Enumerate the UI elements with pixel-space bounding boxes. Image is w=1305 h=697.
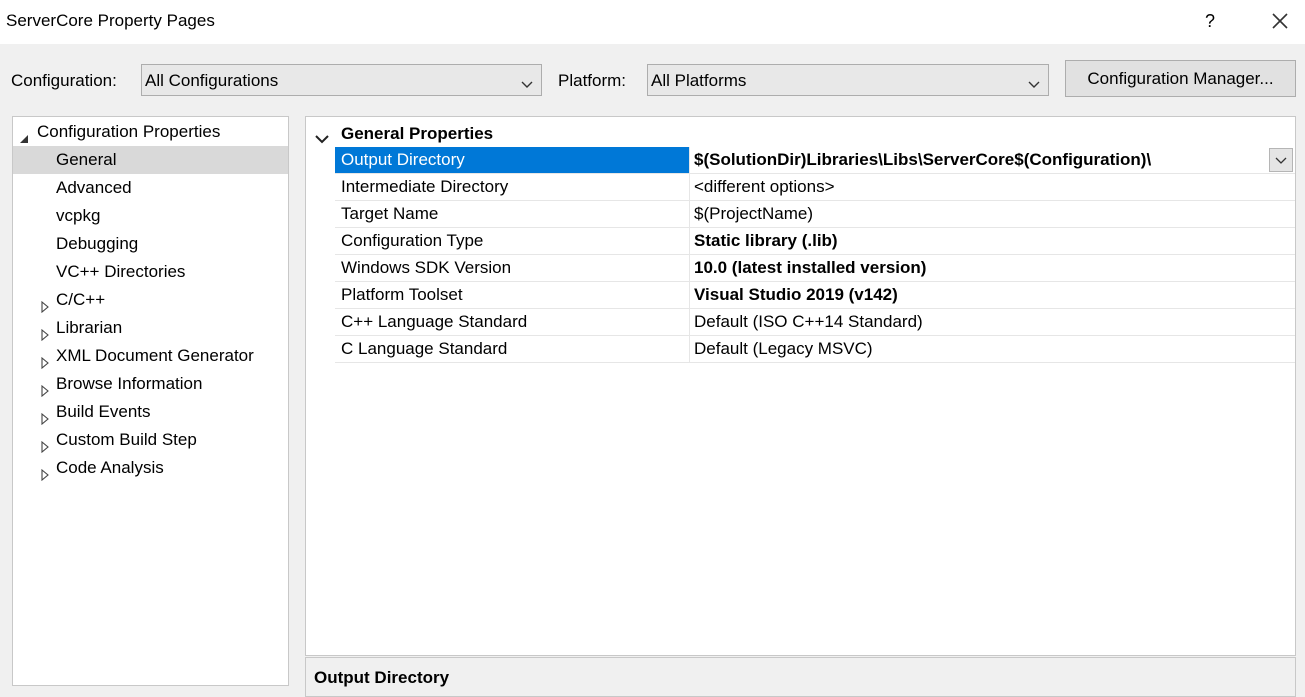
description-title: Output Directory — [314, 668, 450, 687]
tree-item-librarian[interactable]: Librarian — [13, 314, 288, 342]
property-name: Output Directory — [335, 147, 689, 173]
property-row-c-language-standard[interactable]: C Language Standard Default (Legacy MSVC… — [335, 336, 1295, 363]
property-value[interactable]: $(SolutionDir)Libraries\Libs\ServerCore$… — [689, 147, 1295, 173]
property-value[interactable]: <different options> — [689, 174, 1295, 200]
property-name: Configuration Type — [341, 231, 484, 250]
tree-item-vcpkg[interactable]: vcpkg — [13, 202, 288, 230]
collapsed-triangle-icon[interactable] — [40, 378, 50, 398]
tree-item-label: Librarian — [56, 318, 123, 337]
collapsed-triangle-icon[interactable] — [40, 322, 50, 342]
collapsed-triangle-icon[interactable] — [40, 434, 50, 454]
tree-item-c-cpp[interactable]: C/C++ — [13, 286, 288, 314]
property-value[interactable]: $(ProjectName) — [689, 201, 1295, 227]
tree-item-debugging[interactable]: Debugging — [13, 230, 288, 258]
property-name: Target Name — [341, 204, 439, 223]
tree-item-label: C/C++ — [56, 290, 106, 309]
property-value[interactable]: Default (ISO C++14 Standard) — [689, 309, 1295, 335]
tree-item-build-events[interactable]: Build Events — [13, 398, 288, 426]
tree-item-label: Browse Information — [56, 374, 203, 393]
configuration-label: Configuration: — [11, 71, 117, 90]
property-row-output-directory[interactable]: Output Directory $(SolutionDir)Libraries… — [335, 147, 1295, 174]
tree-item-label: vcpkg — [56, 206, 101, 225]
tree-item-general[interactable]: General — [13, 146, 288, 174]
platform-value: All Platforms — [651, 71, 747, 90]
tree-item-label: Custom Build Step — [56, 430, 197, 449]
close-icon[interactable] — [1267, 8, 1293, 34]
tree-item-browse-information[interactable]: Browse Information — [13, 370, 288, 398]
property-name: C Language Standard — [341, 339, 508, 358]
chevron-down-icon — [1028, 75, 1040, 88]
property-name: Intermediate Directory — [341, 177, 509, 196]
configuration-value: All Configurations — [145, 71, 279, 90]
tree-item-xml-document-generator[interactable]: XML Document Generator — [13, 342, 288, 370]
tree-item-label: VC++ Directories — [56, 262, 186, 281]
title-bar: ServerCore Property Pages ? — [0, 0, 1305, 44]
tree-item-label: Debugging — [56, 234, 139, 253]
property-name: Platform Toolset — [341, 285, 463, 304]
tree-item-label: Code Analysis — [56, 458, 164, 477]
platform-label: Platform: — [558, 71, 627, 90]
property-row-configuration-type[interactable]: Configuration Type Static library (.lib) — [335, 228, 1295, 255]
tree-item-label: General — [56, 150, 117, 169]
tree-item-custom-build-step[interactable]: Custom Build Step — [13, 426, 288, 454]
configuration-dropdown[interactable]: All Configurations — [141, 64, 542, 96]
tree-item-label: Configuration Properties — [37, 122, 221, 141]
tree-item-label: Build Events — [56, 402, 151, 421]
collapsed-triangle-icon[interactable] — [40, 462, 50, 482]
property-row-cpp-language-standard[interactable]: C++ Language Standard Default (ISO C++14… — [335, 309, 1295, 336]
grid-gutter — [306, 147, 335, 363]
property-row-platform-toolset[interactable]: Platform Toolset Visual Studio 2019 (v14… — [335, 282, 1295, 309]
tree-item-vc-directories[interactable]: VC++ Directories — [13, 258, 288, 286]
expanded-triangle-icon[interactable] — [19, 126, 29, 143]
collapsed-triangle-icon[interactable] — [40, 350, 50, 370]
property-name: Windows SDK Version — [341, 258, 512, 277]
property-value[interactable]: Default (Legacy MSVC) — [689, 336, 1295, 362]
property-value[interactable]: Static library (.lib) — [689, 228, 1295, 254]
platform-dropdown[interactable]: All Platforms — [647, 64, 1049, 96]
property-grid[interactable]: General Properties Output Directory $(So… — [305, 116, 1296, 656]
tree-item-label: Advanced — [56, 178, 132, 197]
property-group-title: General Properties — [341, 124, 494, 143]
description-panel: Output Directory — [305, 657, 1296, 697]
property-value[interactable]: Visual Studio 2019 (v142) — [689, 282, 1295, 308]
tree-item-advanced[interactable]: Advanced — [13, 174, 288, 202]
window-title: ServerCore Property Pages — [6, 11, 215, 30]
tree-item-configuration-properties[interactable]: Configuration Properties — [13, 118, 288, 146]
tree-item-label: XML Document Generator — [56, 346, 254, 365]
tree-item-code-analysis[interactable]: Code Analysis — [13, 454, 288, 482]
chevron-down-icon[interactable] — [315, 129, 329, 144]
property-name: C++ Language Standard — [341, 312, 528, 331]
collapsed-triangle-icon[interactable] — [40, 294, 50, 314]
chevron-down-icon — [521, 75, 533, 88]
property-row-intermediate-directory[interactable]: Intermediate Directory <different option… — [335, 174, 1295, 201]
property-row-target-name[interactable]: Target Name $(ProjectName) — [335, 201, 1295, 228]
configuration-manager-button[interactable]: Configuration Manager... — [1065, 60, 1296, 97]
property-row-windows-sdk-version[interactable]: Windows SDK Version 10.0 (latest install… — [335, 255, 1295, 282]
category-tree[interactable]: Configuration Properties General Advance… — [12, 116, 289, 686]
collapsed-triangle-icon[interactable] — [40, 406, 50, 426]
help-button[interactable]: ? — [1198, 8, 1222, 34]
value-dropdown-button[interactable] — [1269, 148, 1293, 172]
property-value[interactable]: 10.0 (latest installed version) — [689, 255, 1295, 281]
property-group-header[interactable]: General Properties — [306, 120, 1295, 147]
